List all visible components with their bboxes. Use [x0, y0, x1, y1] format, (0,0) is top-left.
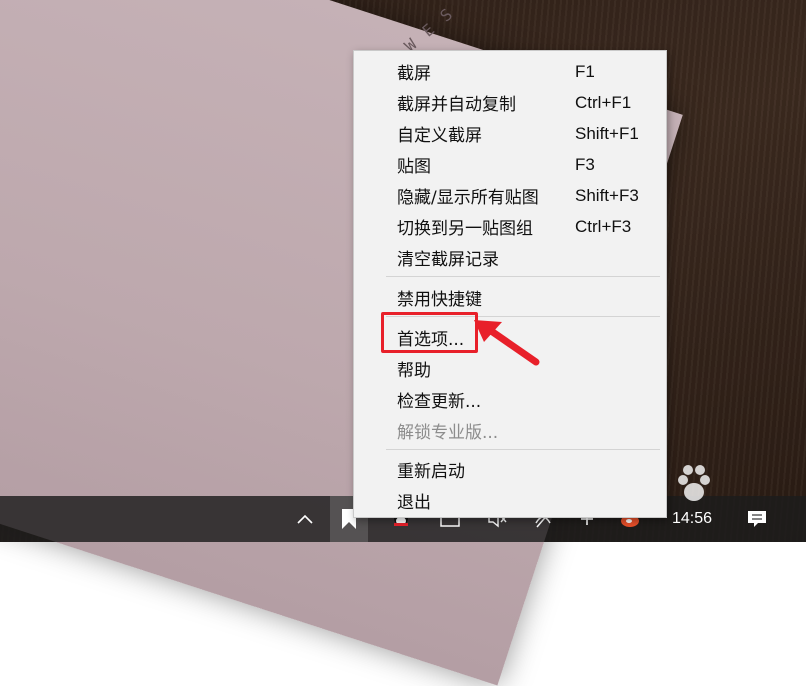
menu-item-label: 截屏 [397, 64, 431, 84]
menu-item-custom-screenshot[interactable]: 自定义截屏 Shift+F1 [354, 118, 666, 149]
annotation-arrow-icon [474, 320, 540, 366]
menu-item-label: 检查更新... [397, 392, 482, 412]
menu-item-label: 隐藏/显示所有贴图 [397, 188, 539, 208]
menu-separator [386, 449, 660, 450]
menu-item-shortcut: Ctrl+F3 [575, 216, 632, 236]
menu-item-toggle-all-images[interactable]: 隐藏/显示所有贴图 Shift+F3 [354, 180, 666, 211]
menu-item-check-updates[interactable]: 检查更新... [354, 384, 666, 415]
menu-item-label: 截屏并自动复制 [397, 95, 516, 115]
menu-item-label: 切换到另一贴图组 [397, 219, 533, 239]
menu-item-disable-hotkeys[interactable]: 禁用快捷键 [354, 282, 666, 313]
menu-item-shortcut: Shift+F1 [575, 123, 639, 143]
show-hidden-icons-button[interactable] [286, 496, 324, 542]
notification-icon [748, 511, 766, 527]
menu-item-label: 解锁专业版... [397, 423, 499, 443]
menu-item-label: 重新启动 [397, 462, 465, 482]
menu-item-paste-image[interactable]: 贴图 F3 [354, 149, 666, 180]
menu-item-label: 帮助 [397, 361, 431, 381]
menu-item-clear-history[interactable]: 清空截屏记录 [354, 242, 666, 273]
menu-item-shortcut: Ctrl+F1 [575, 92, 632, 112]
menu-item-shortcut: F3 [575, 154, 595, 174]
menu-item-shortcut: F1 [575, 61, 595, 81]
chevron-up-icon [297, 514, 313, 524]
annotation-highlight-box [381, 312, 478, 353]
snipaste-context-menu: 截屏 F1 截屏并自动复制 Ctrl+F1 自定义截屏 Shift+F1 贴图 … [353, 50, 667, 518]
menu-item-label: 禁用快捷键 [397, 290, 482, 310]
menu-item-screenshot[interactable]: 截屏 F1 [354, 56, 666, 87]
menu-item-exit[interactable]: 退出 [354, 485, 666, 516]
menu-item-unlock-pro: 解锁专业版... [354, 415, 666, 446]
menu-item-shortcut: Shift+F3 [575, 185, 639, 205]
menu-item-label: 贴图 [397, 157, 431, 177]
menu-item-screenshot-copy[interactable]: 截屏并自动复制 Ctrl+F1 [354, 87, 666, 118]
menu-item-switch-group[interactable]: 切换到另一贴图组 Ctrl+F3 [354, 211, 666, 242]
menu-separator [386, 276, 660, 277]
menu-item-label: 自定义截屏 [397, 126, 482, 146]
menu-item-label: 退出 [397, 493, 431, 513]
menu-item-label: 清空截屏记录 [397, 250, 499, 270]
menu-item-restart[interactable]: 重新启动 [354, 454, 666, 485]
